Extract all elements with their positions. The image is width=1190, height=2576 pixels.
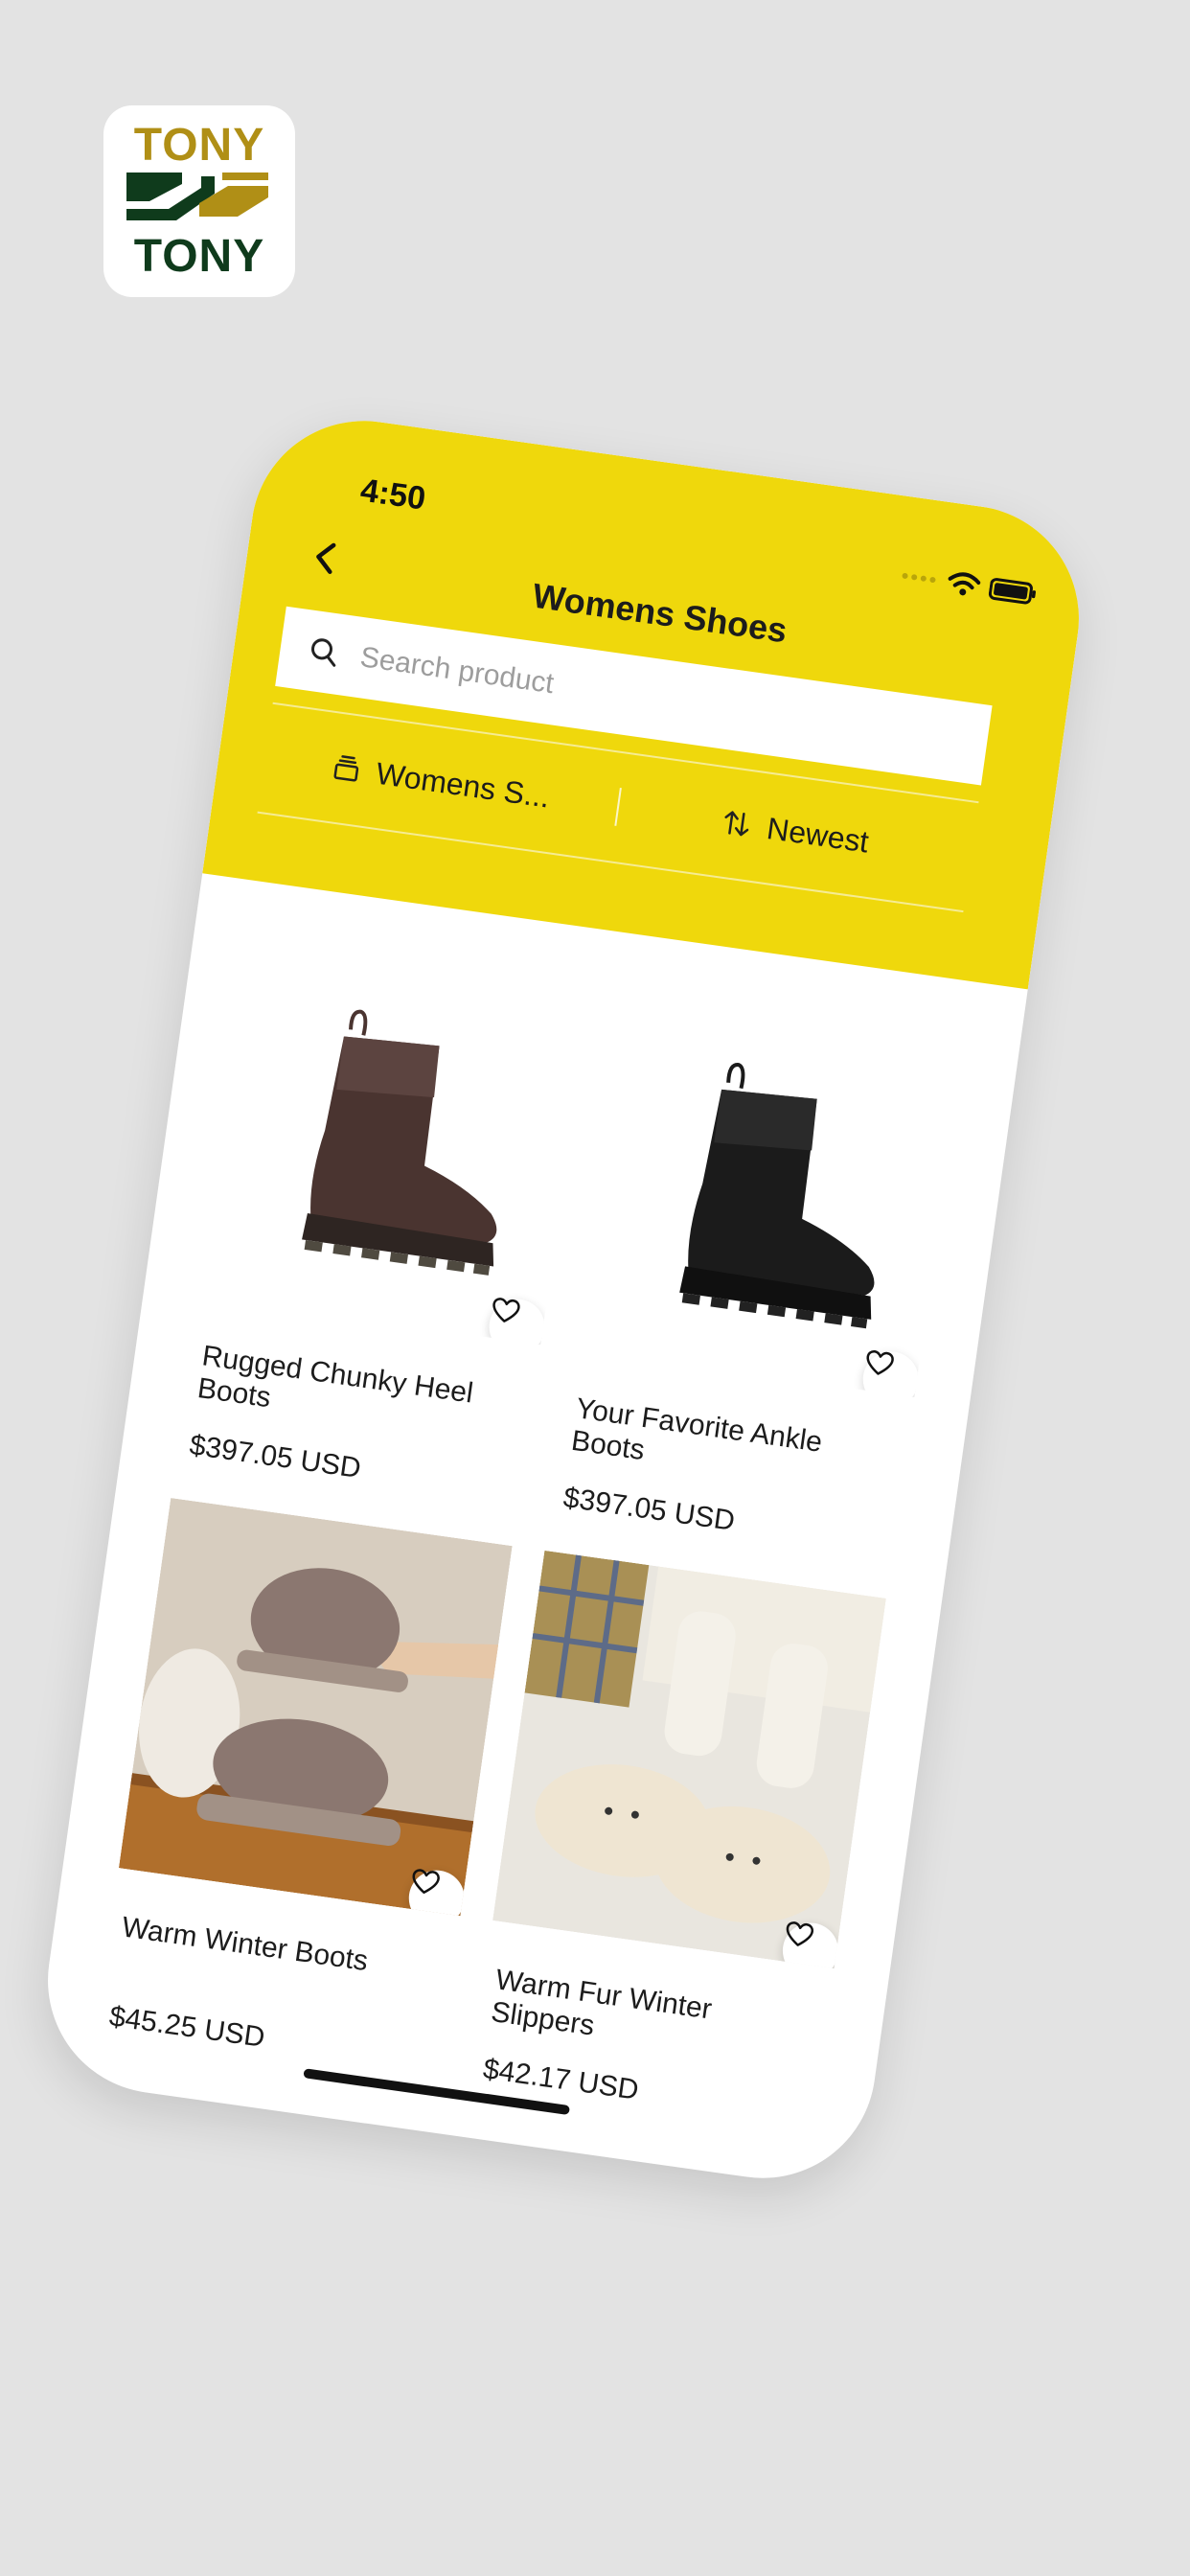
product-image[interactable] [198,926,593,1346]
product-name[interactable]: Warm Fur Winter Slippers [489,1964,818,2073]
product-name[interactable]: Warm Winter Boots [115,1911,445,2020]
sort-label: Newest [765,810,871,859]
product-image[interactable] [118,1497,513,1917]
product-card[interactable]: Rugged Chunky Heel Boots $397.05 USD [176,926,593,1508]
category-filter-button[interactable]: Womens S... [263,740,620,824]
heart-icon [786,1921,814,1946]
winter-boots-photo [118,1497,513,1917]
category-stack-icon [333,755,359,782]
product-grid: Rugged Chunky Heel Boots $397.05 USD You… [96,926,967,2132]
battery-icon [988,578,1037,605]
product-card[interactable]: Your Favorite Ankle Boots $397.05 USD [550,978,967,1561]
search-icon [311,638,336,667]
wifi-icon [948,572,981,596]
sort-button[interactable]: Newest [617,790,974,874]
phone-screen: 4:50 •••• Womens Shoes Search product Wo… [33,406,1094,2193]
sheep-slippers-photo [492,1550,886,1969]
heart-icon [492,1298,520,1322]
heart-icon [412,1869,440,1895]
logo-text-top: TONY [133,120,265,171]
status-time: 4:50 [357,472,428,518]
product-image[interactable] [492,1550,886,1969]
black-boot-image [679,1063,875,1329]
brown-boot-image [302,1009,497,1276]
logo-mark-icon [126,172,268,220]
heart-icon [866,1349,894,1375]
signal-icon: •••• [900,563,940,593]
sort-arrows-icon [724,811,749,837]
logo-text-bottom: TONY [133,231,265,282]
product-card[interactable]: Warm Winter Boots $45.25 USD [96,1497,513,2080]
app-logo: TONY TONY [103,105,295,297]
product-card[interactable]: Warm Fur Winter Slippers $42.17 USD [469,1550,886,2132]
product-name[interactable]: Your Favorite Ankle Boots [569,1392,899,1502]
app-header: 4:50 •••• Womens Shoes Search product Wo… [202,406,1094,990]
product-image[interactable] [572,978,967,1397]
category-filter-label: Womens S... [374,755,553,815]
search-placeholder: Search product [357,641,557,701]
status-icons: •••• [900,564,1039,608]
product-name[interactable]: Rugged Chunky Heel Boots [195,1340,525,1449]
